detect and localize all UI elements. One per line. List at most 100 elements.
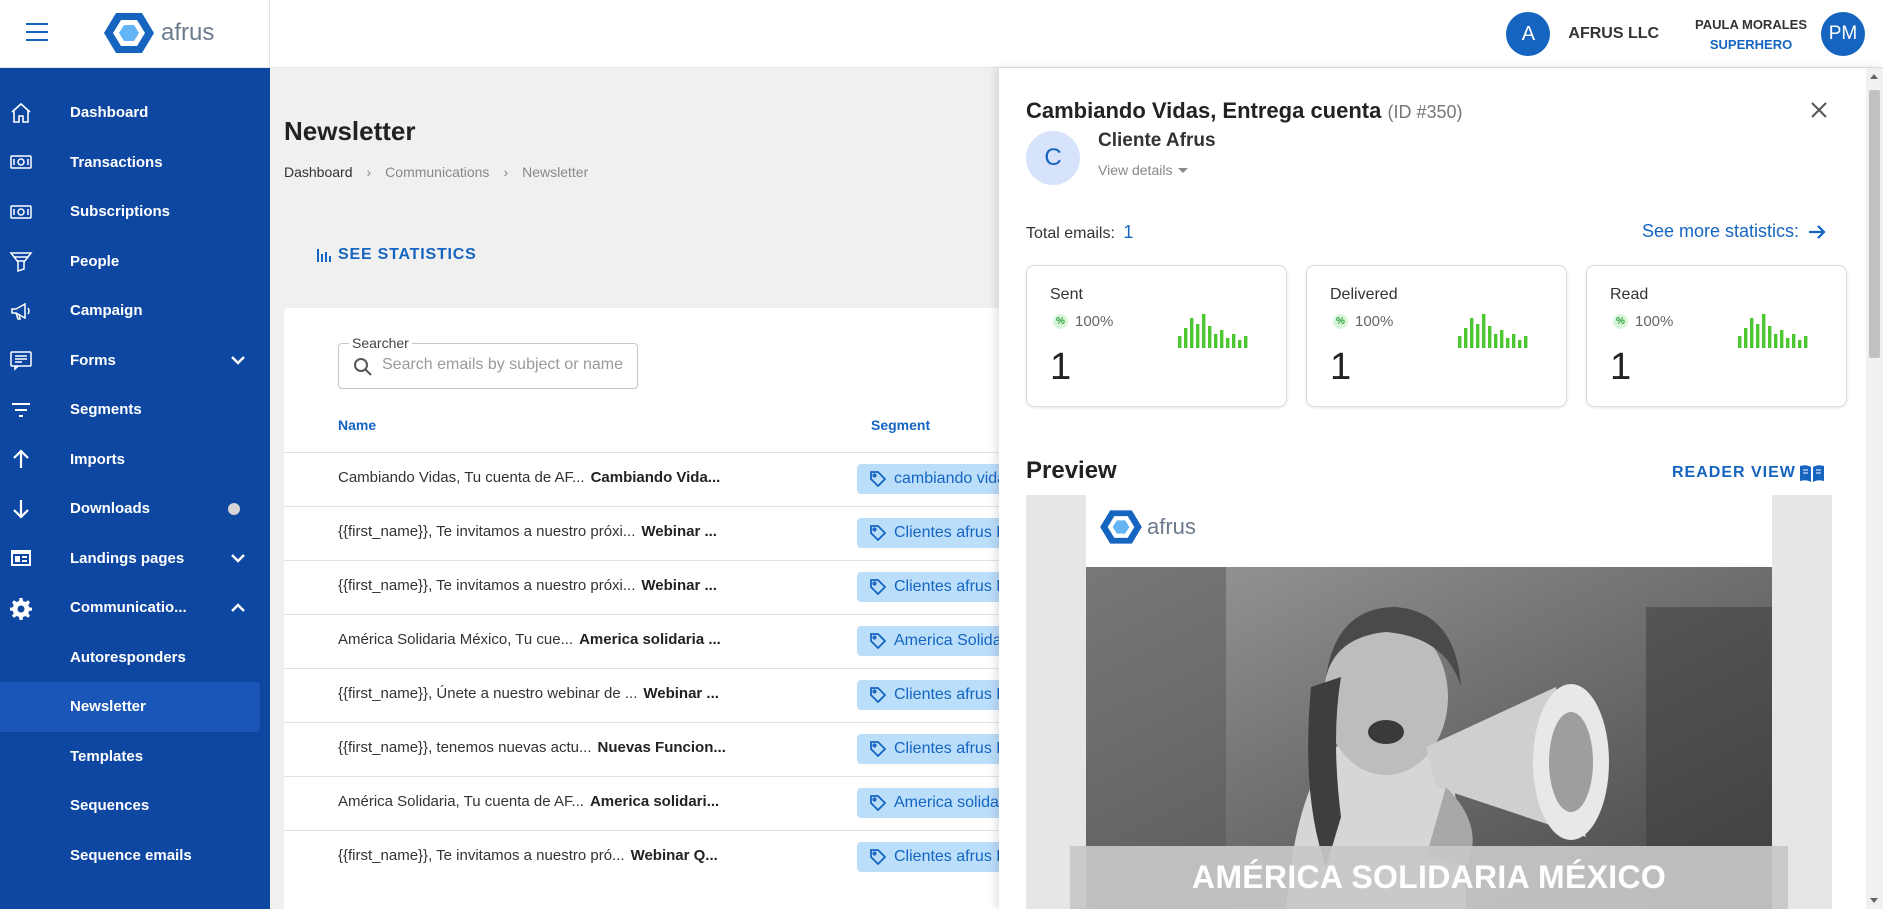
row-subject: {{first_name}}, Te invitamos a nuestro p…: [338, 577, 717, 594]
panel-scrollbar[interactable]: [1866, 68, 1883, 909]
close-icon[interactable]: [1807, 98, 1831, 122]
megaphone-icon: [8, 298, 34, 324]
chevron-right-icon: ›: [366, 164, 372, 180]
chevron-down-icon[interactable]: [229, 351, 247, 369]
view-details-toggle[interactable]: View details: [1098, 162, 1189, 178]
sparkline-bar: [1476, 324, 1480, 348]
email-brand-name: afrus: [1147, 514, 1196, 539]
segment-tag-label: America Solida: [894, 632, 1002, 649]
sparkline-bar: [1744, 328, 1748, 348]
sparkline-chart: [1458, 314, 1528, 348]
stat-card-read[interactable]: Read % 100% 1: [1586, 265, 1847, 407]
chevron-up-icon[interactable]: [229, 599, 247, 617]
reader-view-button[interactable]: READER VIEW: [1672, 463, 1825, 483]
tag-icon: [870, 687, 887, 704]
see-statistics-button[interactable]: SEE STATISTICS: [316, 246, 477, 264]
search-field[interactable]: Searcher: [338, 335, 638, 389]
percent-icon: %: [1053, 314, 1068, 329]
stat-percent-value: 100%: [1635, 313, 1674, 330]
segment-tag[interactable]: Clientes afrus L: [857, 680, 1017, 710]
stat-value: 1: [1610, 346, 1632, 388]
sidebar-item-downloads[interactable]: Downloads: [0, 484, 270, 534]
arrow-right-icon: [1809, 224, 1826, 239]
segment-tag[interactable]: Clientes afrus L: [857, 734, 1017, 764]
top-bar: afrus A AFRUS LLC PAULA MORALES SUPERHER…: [0, 0, 1883, 68]
hexagon-logo-icon: [104, 13, 154, 53]
sidebar-item-sequence-emails[interactable]: Sequence emails: [0, 831, 270, 881]
user-info[interactable]: PAULA MORALES SUPERHERO: [1695, 17, 1807, 52]
segment-tag[interactable]: Clientes afrus L: [857, 842, 1017, 872]
client-name: Cliente Afrus: [1098, 130, 1216, 151]
see-more-statistics-link[interactable]: See more statistics:: [1642, 221, 1827, 242]
search-input[interactable]: [382, 356, 627, 374]
column-header-name[interactable]: Name: [338, 417, 376, 433]
segment-tag[interactable]: America solida: [857, 788, 1017, 818]
segment-tag-label: Clientes afrus L: [894, 848, 1006, 865]
segment-tag[interactable]: Clientes afrus L: [857, 518, 1017, 548]
segment-tag[interactable]: cambiando vida: [857, 464, 1017, 494]
column-header-segment[interactable]: Segment: [871, 417, 930, 433]
menu-icon[interactable]: [26, 23, 50, 43]
sidebar-item-dashboard[interactable]: Dashboard: [0, 88, 270, 138]
sidebar-item-people[interactable]: People: [0, 237, 270, 287]
tag-icon: [870, 525, 887, 542]
row-subject-text: América Solidaria, Tu cuenta de AF...: [338, 793, 584, 810]
brand-logo[interactable]: afrus: [103, 9, 214, 57]
sparkline-bar: [1804, 336, 1808, 348]
sidebar-item-campaign[interactable]: Campaign: [0, 286, 270, 336]
percent-icon: %: [1333, 314, 1348, 329]
sidebar-item-newsletter[interactable]: Newsletter: [0, 682, 260, 732]
sparkline-bar: [1232, 334, 1236, 348]
sparkline-bar: [1238, 340, 1242, 348]
scroll-up-icon[interactable]: [1870, 74, 1878, 79]
sidebar-item-transactions[interactable]: Transactions: [0, 138, 270, 188]
breadcrumb-item-dashboard[interactable]: Dashboard: [284, 164, 353, 180]
sidebar-item-forms[interactable]: Forms: [0, 336, 270, 386]
row-name: America solidaria ...: [579, 631, 721, 648]
segment-tag[interactable]: Clientes afrus L: [857, 572, 1017, 602]
tag-icon: [870, 633, 887, 650]
chevron-down-icon[interactable]: [229, 549, 247, 567]
row-subject: {{first_name}}, Te invitamos a nuestro p…: [338, 523, 717, 540]
scrollbar-thumb[interactable]: [1869, 90, 1880, 358]
sparkline-bar: [1196, 324, 1200, 348]
segment-tag-label: Clientes afrus L: [894, 686, 1006, 703]
sidebar-item-subscriptions[interactable]: Subscriptions: [0, 187, 270, 237]
sparkline-bar: [1494, 334, 1498, 348]
tag-icon: [870, 471, 887, 488]
newsletter-id: (ID #350): [1387, 102, 1463, 122]
sidebar-item-segments[interactable]: Segments: [0, 385, 270, 435]
segment-tag[interactable]: America Solida: [857, 626, 1017, 656]
stat-card-sent[interactable]: Sent % 100% 1: [1026, 265, 1287, 407]
sidebar-item-communications[interactable]: Communicatio...: [0, 583, 270, 633]
segment-tag-label: Clientes afrus L: [894, 578, 1006, 595]
email-logo: afrus: [1099, 507, 1196, 547]
sidebar-item-sequences[interactable]: Sequences: [0, 781, 270, 831]
sidebar-item-templates[interactable]: Templates: [0, 732, 270, 782]
scroll-down-icon[interactable]: [1870, 898, 1878, 903]
org-avatar[interactable]: A: [1506, 12, 1551, 56]
row-subject: América Solidaria México, Tu cue... Ameri…: [338, 631, 721, 648]
preview-title: Preview: [1026, 457, 1117, 484]
row-name: Nuevas Funcion...: [597, 739, 726, 756]
user-avatar[interactable]: PM: [1821, 12, 1865, 56]
sidebar-item-imports[interactable]: Imports: [0, 435, 270, 485]
stat-label: Sent: [1050, 286, 1083, 303]
sparkline-bar: [1768, 326, 1772, 348]
sidebar-item-autoresponders[interactable]: Autoresponders: [0, 633, 270, 683]
sparkline-bar: [1524, 336, 1528, 348]
bar-chart-icon: [317, 249, 331, 262]
sidebar-item-landings-pages[interactable]: Landings pages: [0, 534, 270, 584]
logo-area: afrus: [0, 0, 270, 68]
sparkline-bar: [1786, 338, 1790, 348]
org-name[interactable]: AFRUS LLC: [1568, 25, 1659, 43]
top-right-area: A AFRUS LLC PAULA MORALES SUPERHERO PM: [1506, 0, 1883, 68]
client-avatar: C: [1026, 131, 1080, 185]
stat-card-delivered[interactable]: Delivered % 100% 1: [1306, 265, 1567, 407]
stat-percent: % 100%: [1333, 313, 1393, 330]
sparkline-bar: [1506, 338, 1510, 348]
total-emails-value: 1: [1123, 222, 1134, 242]
total-emails-label: Total emails:: [1026, 225, 1115, 242]
row-name: Cambiando Vida...: [590, 469, 721, 486]
breadcrumb-item-communications[interactable]: Communications: [385, 164, 489, 180]
